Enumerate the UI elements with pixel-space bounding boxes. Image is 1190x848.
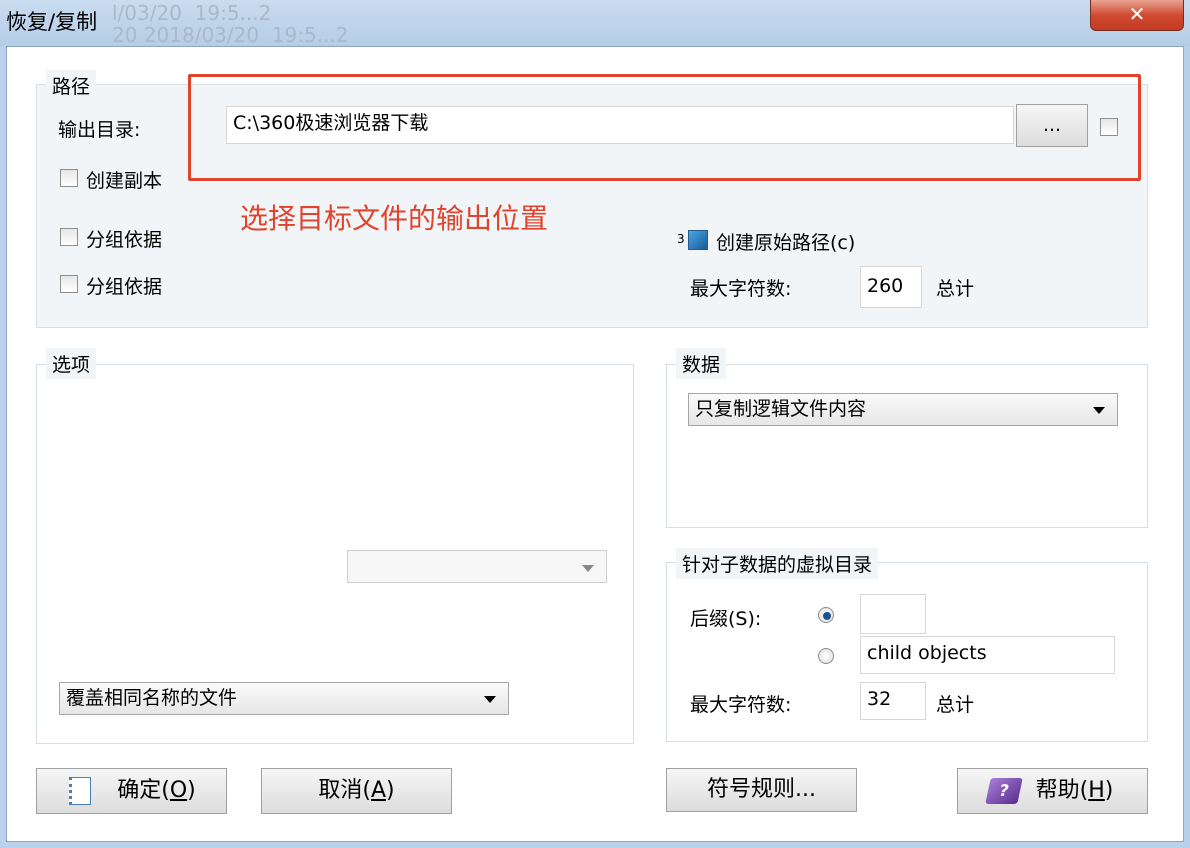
annotation-text: 选择目标文件的输出位置 <box>240 202 549 235</box>
data-group-label: 数据 <box>676 348 727 379</box>
group-by-2-checkbox[interactable] <box>60 275 78 293</box>
create-original-path-checkbox[interactable] <box>688 230 708 250</box>
background-window-text: l/03/20 19:5...2 20 2018/03/20 19:5...2 <box>112 1 349 47</box>
close-button[interactable]: ✕ <box>1090 0 1184 31</box>
help-book-icon: ? <box>985 778 1023 804</box>
path-max-chars-input[interactable]: 260 <box>860 266 922 308</box>
close-icon: ✕ <box>1128 2 1146 26</box>
data-combo[interactable]: 只复制逻辑文件内容 <box>688 393 1118 426</box>
cancel-label-end: ) <box>386 778 395 803</box>
options-empty-combo[interactable] <box>347 550 607 583</box>
virtual-max-chars-suffix: 总计 <box>936 694 975 716</box>
ok-label: 确定( <box>117 778 170 803</box>
overwrite-combo[interactable]: 覆盖相同名称的文件 <box>59 682 509 715</box>
path-max-chars-label: 最大字符数: <box>690 278 792 300</box>
group-by-1-label: 分组依据 <box>86 229 163 251</box>
chevron-down-icon <box>1093 407 1105 414</box>
suffix-radio[interactable] <box>818 607 834 623</box>
highlight-box <box>188 74 1141 181</box>
create-copy-checkbox[interactable] <box>60 169 78 187</box>
create-copy-label: 创建副本 <box>86 170 163 192</box>
cancel-accesskey: A <box>370 778 387 803</box>
overwrite-combo-value: 覆盖相同名称的文件 <box>66 687 238 709</box>
ok-label-end: ) <box>187 778 196 803</box>
data-group <box>666 364 1148 528</box>
create-original-path-label: 创建原始路径(c) <box>716 232 856 254</box>
cancel-label: 取消( <box>318 778 371 803</box>
symbol-rules-button[interactable]: 符号规则... <box>666 768 857 812</box>
suffix-input[interactable] <box>860 594 926 634</box>
chevron-down-icon <box>484 696 496 703</box>
create-original-path-prefix: 3 <box>677 232 685 246</box>
cancel-button[interactable]: 取消(A) <box>261 768 452 814</box>
window-title: 恢复/复制 <box>6 10 98 34</box>
help-label-end: ) <box>1104 778 1114 803</box>
group-by-2-label: 分组依据 <box>86 276 163 298</box>
group-by-1-checkbox[interactable] <box>60 228 78 246</box>
output-dir-label: 输出目录: <box>58 119 141 141</box>
virtual-max-chars-input[interactable]: 32 <box>860 682 926 720</box>
ok-accesskey: O <box>169 778 188 803</box>
ok-button[interactable]: 确定(O) <box>36 768 227 814</box>
path-max-chars-suffix: 总计 <box>936 278 975 300</box>
options-group-label: 选项 <box>46 348 97 379</box>
help-accesskey: H <box>1088 778 1105 803</box>
child-objects-radio[interactable] <box>818 648 834 664</box>
help-button[interactable]: ? 帮助(H) <box>957 768 1148 814</box>
document-icon <box>69 777 91 805</box>
child-objects-input[interactable]: child objects <box>860 636 1115 674</box>
chevron-down-icon <box>582 565 594 572</box>
virtual-dir-group-label: 针对子数据的虚拟目录 <box>676 548 879 579</box>
path-group-label: 路径 <box>46 70 97 101</box>
help-label: 帮助( <box>1035 778 1089 803</box>
suffix-label: 后缀(S): <box>690 608 762 630</box>
virtual-max-chars-label: 最大字符数: <box>690 694 792 716</box>
data-combo-value: 只复制逻辑文件内容 <box>695 398 867 420</box>
